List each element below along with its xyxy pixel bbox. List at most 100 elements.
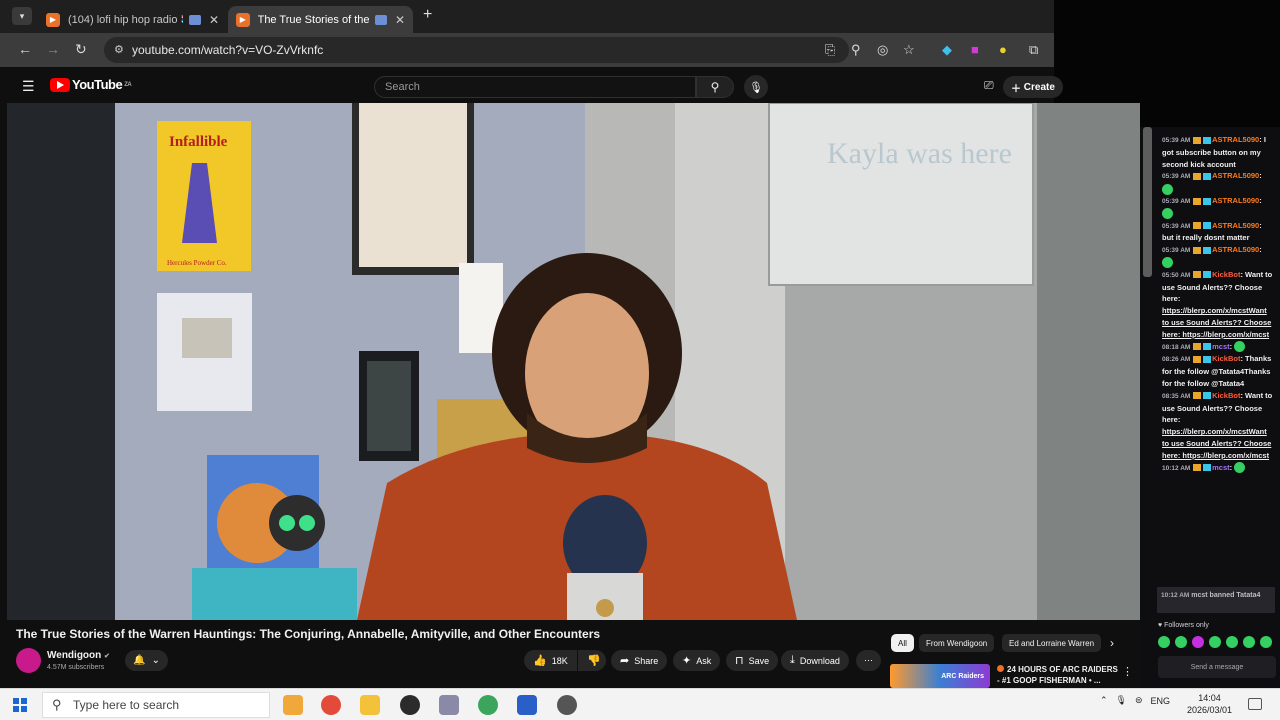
extensions-puzzle-icon[interactable]: ⧉	[1029, 42, 1038, 58]
save-button[interactable]: ⊓ Save	[726, 650, 779, 671]
close-tab-icon[interactable]: ✕	[395, 13, 405, 27]
chat-timestamp: 05:39 AM	[1162, 222, 1193, 230]
subscribed-bell-button[interactable]: 🔔 ⌄	[125, 650, 168, 671]
word-app-icon[interactable]	[517, 695, 537, 715]
chat-badge-icon	[1203, 271, 1212, 279]
site-info-icon[interactable]: ⚙	[114, 43, 124, 56]
eye-off-icon[interactable]: ◎	[877, 42, 888, 58]
windows-start-icon[interactable]	[13, 698, 27, 712]
taskbar-search-input[interactable]: ⚲ Type here to search	[42, 692, 270, 718]
youtube-favicon-icon: ▶	[46, 12, 60, 27]
chevron-up-icon[interactable]: ⌃	[1100, 695, 1108, 706]
emote-icon[interactable]	[1175, 636, 1187, 648]
chat-username[interactable]: mcst	[1212, 463, 1230, 472]
extension-icon-1[interactable]: ◆	[942, 42, 952, 58]
like-count: 18K	[551, 655, 568, 666]
zoom-icon[interactable]: ⚲	[851, 42, 861, 58]
microphone-icon[interactable]: 🎙	[1116, 695, 1127, 706]
logo-text: YouTube	[72, 77, 123, 92]
chat-username[interactable]: ASTRAL5090	[1212, 171, 1259, 180]
file-explorer-icon[interactable]	[360, 695, 380, 715]
chat-link[interactable]: https://blerp.com/x/mcstWant to use Soun…	[1162, 306, 1271, 339]
share-button[interactable]: ➦ Share	[611, 650, 668, 671]
chat-message: 05:50 AM KickBot: Want to use Sound Aler…	[1162, 269, 1273, 339]
chat-username[interactable]: KickBot	[1212, 270, 1240, 279]
address-bar[interactable]: ⚙ youtube.com/watch?v=VO-ZvVrknfc	[104, 37, 849, 63]
ask-button[interactable]: ✦ Ask	[673, 650, 721, 671]
more-vertical-icon[interactable]: ⋮	[1122, 665, 1133, 678]
chrome-app-icon[interactable]	[321, 695, 341, 715]
download-button[interactable]: ⤓ Download	[781, 650, 849, 671]
chevron-right-icon[interactable]: ›	[1110, 636, 1114, 650]
obs-app-icon[interactable]	[400, 695, 420, 715]
chip-from-channel[interactable]: From Wendigoon	[919, 634, 995, 652]
recommendation-title[interactable]: 24 HOURS OF ARC RAIDERS - #1 GOOP FISHER…	[997, 664, 1122, 686]
reload-icon[interactable]: ↻	[75, 41, 87, 58]
browser-tab-warren[interactable]: ▶ The True Stories of the Warren ✕	[228, 6, 413, 33]
install-app-icon[interactable]: ⎘	[825, 42, 835, 58]
clock-date: 2026/03/01	[1187, 705, 1233, 715]
notification-icon[interactable]	[1248, 698, 1262, 710]
chat-timestamp: 05:39 AM	[1162, 197, 1193, 205]
browser-tab-lofi[interactable]: ▶ (104) lofi hip hop radio 📚 - ✕	[38, 6, 228, 33]
chip-topic[interactable]: Ed and Lorraine Warren	[1002, 634, 1102, 652]
chrome-profile-icon[interactable]	[478, 695, 498, 715]
chat-link[interactable]: https://blerp.com/x/mcstWant to use Soun…	[1162, 427, 1271, 460]
channel-name[interactable]: Wendigoon ✔	[47, 650, 110, 661]
more-actions-button[interactable]: ⋯	[856, 650, 881, 671]
chip-all[interactable]: All	[891, 634, 914, 652]
chat-message: 05:39 AM ASTRAL5090: but it really dosnt…	[1162, 220, 1262, 243]
language-indicator[interactable]: ENG	[1151, 696, 1171, 706]
hamburger-menu-icon[interactable]: ☰	[22, 78, 35, 95]
youtube-favicon-icon: ▶	[236, 12, 250, 27]
thumbs-down-icon: 👎	[587, 655, 601, 667]
thumbs-up-icon: 👍	[533, 655, 547, 667]
chat-username[interactable]: mcst	[1212, 342, 1230, 351]
search-input[interactable]: Search	[374, 76, 696, 98]
chat-input[interactable]: Send a message	[1158, 656, 1276, 678]
new-tab-button[interactable]: +	[423, 6, 432, 24]
chat-username[interactable]: ASTRAL5090	[1212, 135, 1259, 144]
channel-avatar[interactable]	[16, 648, 41, 673]
copilot-app-icon[interactable]	[283, 695, 303, 715]
verified-icon: ✔	[104, 653, 110, 660]
extension-icon-3[interactable]: ●	[999, 42, 1007, 57]
chat-username[interactable]: ASTRAL5090	[1212, 221, 1259, 230]
close-tab-icon[interactable]: ✕	[209, 13, 219, 27]
recommendation-thumbnail[interactable]: ARC Raiders	[890, 664, 990, 688]
emote-icon[interactable]	[1226, 636, 1238, 648]
chat-username[interactable]: KickBot	[1212, 391, 1240, 400]
forward-icon[interactable]: →	[46, 41, 60, 57]
chat-timestamp: 05:39 AM	[1162, 247, 1193, 255]
chat-messages: 05:39 AM ASTRAL5090: I got subscribe but…	[1162, 134, 1274, 474]
emote-icon[interactable]	[1209, 636, 1221, 648]
chat-username[interactable]: KickBot	[1212, 354, 1240, 363]
subscriber-count: 4.57M subscribers	[47, 664, 105, 671]
chat-username[interactable]: ASTRAL5090	[1212, 245, 1259, 254]
voice-search-button[interactable]: 🎙	[744, 75, 768, 99]
chat-badge-icon	[1193, 172, 1202, 180]
video-player[interactable]: Kayla was here Infallible Hercules Powde…	[7, 103, 1140, 620]
emote-icon[interactable]	[1243, 636, 1255, 648]
poster-text-2: Hercules Powder Co.	[167, 259, 227, 267]
tab-search-button[interactable]: ▾	[12, 7, 32, 25]
snipping-tool-icon[interactable]	[439, 695, 459, 715]
clock[interactable]: 14:04 2026/03/01	[1187, 692, 1232, 716]
chat-username[interactable]: ASTRAL5090	[1212, 196, 1259, 205]
cast-icon[interactable]: ⎚	[984, 78, 994, 93]
back-icon[interactable]: ←	[18, 41, 32, 57]
search-button[interactable]: ⚲	[696, 76, 734, 98]
emote-icon[interactable]	[1260, 636, 1272, 648]
chat-text: but it really dosnt matter	[1162, 233, 1250, 243]
app-icon[interactable]	[557, 695, 577, 715]
bookmark-star-icon[interactable]: ☆	[903, 42, 915, 58]
emote-icon[interactable]	[1192, 636, 1204, 648]
like-button[interactable]: 👍 18K	[524, 650, 577, 671]
dislike-button[interactable]: 👎	[578, 650, 606, 671]
network-icon[interactable]: ⊜	[1135, 695, 1143, 706]
chat-scrollbar[interactable]	[1143, 127, 1152, 277]
create-button[interactable]: ＋ Create	[1003, 76, 1063, 98]
extension-icon-2[interactable]: ■	[971, 42, 979, 57]
youtube-logo[interactable]: YouTube ZA	[50, 77, 132, 92]
emote-icon[interactable]	[1158, 636, 1170, 648]
